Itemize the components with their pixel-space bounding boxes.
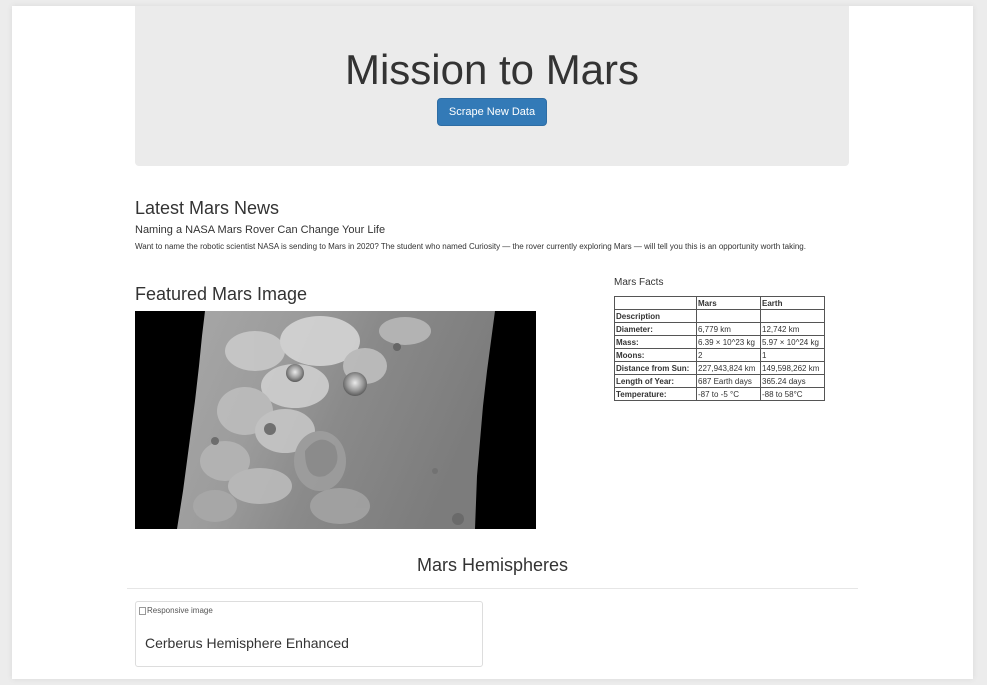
table-row: Moons: 2 1 [614,348,825,362]
news-paragraph: Want to name the robotic scientist NASA … [135,242,806,251]
table-cell-label: Diameter: [614,322,697,336]
mars-facts-heading: Mars Facts [614,277,664,288]
hemisphere-title: Cerberus Hemisphere Enhanced [145,635,349,651]
table-row: Distance from Sun: 227,943,824 km 149,59… [614,361,825,375]
table-cell-mars: 6,779 km [696,322,761,336]
broken-image-icon [139,606,146,615]
table-empty-cell [760,309,825,323]
table-cell-label: Distance from Sun: [614,361,697,375]
jumbotron: Mission to Mars Scrape New Data [135,6,849,166]
page-container: Mission to Mars Scrape New Data Latest M… [12,6,973,679]
table-header-cell [614,296,697,310]
image-alt-text: Responsive image [147,606,213,615]
featured-mars-image[interactable] [135,311,536,529]
table-cell-label: Mass: [614,335,697,349]
table-cell-label: Length of Year: [614,374,697,388]
table-cell-label: Temperature: [614,387,697,401]
page-title: Mission to Mars [344,46,640,93]
mars-terrain-image [135,311,536,529]
news-title: Naming a NASA Mars Rover Can Change Your… [135,224,386,236]
table-empty-cell [696,309,761,323]
table-row: Mass: 6.39 × 10^23 kg 5.97 × 10^24 kg [614,335,825,349]
table-cell-earth: 12,742 km [760,322,825,336]
table-row: Length of Year: 687 Earth days 365.24 da… [614,374,825,388]
table-index-label: Description [614,309,697,323]
table-row: Diameter: 6,779 km 12,742 km [614,322,825,336]
table-header-cell: Earth [760,296,825,310]
table-cell-label: Moons: [614,348,697,362]
hemisphere-card[interactable]: Responsive image Cerberus Hemisphere Enh… [135,601,483,667]
table-cell-mars: 6.39 × 10^23 kg [696,335,761,349]
table-cell-mars: 227,943,824 km [696,361,761,375]
table-cell-earth: 149,598,262 km [760,361,825,375]
table-cell-earth: 5.97 × 10^24 kg [760,335,825,349]
featured-image-heading: Featured Mars Image [135,284,308,304]
news-heading: Latest Mars News [135,198,280,218]
table-cell-earth: 365.24 days [760,374,825,388]
table-cell-earth: -88 to 58°C [760,387,825,401]
mars-facts-table: Mars Earth Description Diameter: 6,779 k… [614,296,825,401]
table-cell-mars: 687 Earth days [696,374,761,388]
table-cell-mars: -87 to -5 °C [696,387,761,401]
table-header-row: Mars Earth [614,296,825,310]
hemisphere-image[interactable]: Responsive image [139,606,213,615]
table-cell-earth: 1 [760,348,825,362]
table-row: Temperature: -87 to -5 °C -88 to 58°C [614,387,825,401]
hemispheres-heading: Mars Hemispheres [416,555,569,575]
table-cell-mars: 2 [696,348,761,362]
divider [127,588,858,589]
table-header-cell: Mars [696,296,761,310]
scrape-button[interactable]: Scrape New Data [437,98,547,126]
table-index-row: Description [614,309,825,323]
